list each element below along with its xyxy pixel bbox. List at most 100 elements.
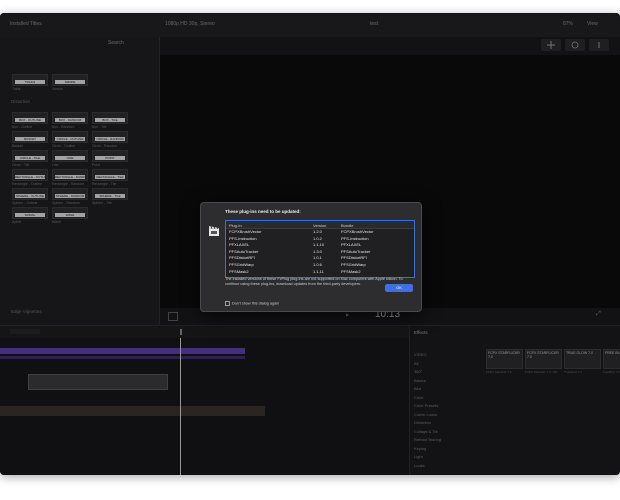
table-row[interactable]: PFSAutoTracker 1.3.0 PFSAutoTracker (226, 249, 414, 255)
title-tile[interactable]: SPHERE - TILE Sphere - Tile (89, 188, 129, 206)
table-header: Plug-In Version Bundle (226, 221, 414, 229)
title-tile[interactable]: TRAILS Trails (9, 74, 49, 92)
effects-category[interactable]: Collage & Tilt (414, 429, 438, 434)
plugin-bundle: PFSAutoTracker (341, 248, 371, 254)
tile-label: BOX - TILE (95, 118, 125, 122)
title-tile[interactable]: RECTANGLE - TILE Rectangle - Tile (89, 169, 129, 187)
effects-title: Effects (414, 330, 428, 335)
title-tile[interactable]: BASKET Basket (9, 131, 49, 149)
title-tile[interactable]: LINE Line (49, 150, 89, 168)
browser-title[interactable]: Installed Titles (10, 21, 42, 27)
title-thumbnail: SPHERE - OUTLINE (12, 188, 48, 200)
tile-caption: Smoke (52, 87, 63, 91)
plugin-version: 1.3.0 (313, 248, 322, 254)
plugin-version: 1.1.10 (313, 242, 325, 248)
tile-caption: Box - Random (52, 125, 75, 129)
view-menu[interactable]: View (587, 21, 598, 27)
title-tile[interactable]: CIRCLE - TILE Circle - Tile (9, 150, 49, 168)
tile-caption: Rectangle - Random (52, 182, 85, 186)
effects-category[interactable]: Blur (414, 386, 421, 391)
table-row[interactable]: PFXLAXEL 1.1.10 PFXLAXEL (226, 242, 414, 248)
title-tile[interactable]: CIRCLE - RANDOM Circle - Random (89, 131, 129, 149)
effect-tile[interactable]: FREE BLUR 7.0 (603, 349, 620, 369)
title-tile[interactable]: WAVE Wave (49, 207, 89, 225)
column-version[interactable]: Version (313, 223, 326, 228)
column-bundle[interactable]: Bundle (341, 223, 353, 228)
effects-category[interactable]: All (414, 361, 418, 366)
effect-tile[interactable]: TRUE GLOW 7.0 (564, 349, 601, 369)
crop-icon[interactable] (168, 312, 178, 321)
effects-category[interactable]: Color Presets (414, 403, 438, 408)
project-name: test (370, 21, 379, 27)
title-tile[interactable]: BOX - TILE Box - Tile (89, 112, 129, 130)
plugin-version: 1.0.6 (313, 262, 322, 267)
ok-button[interactable]: OK (385, 284, 413, 292)
table-row[interactable]: PFS-Instruction 1.0.2 PFS-Instruction (226, 236, 414, 242)
table-row[interactable]: PFSMask2 1.1.11 PFSMask2 (226, 269, 414, 275)
effect-tile[interactable]: FCPX STARFLICKR 7.0 (525, 349, 562, 369)
tile-caption: Sphere - Random (52, 201, 80, 205)
plugin-table[interactable]: Plug-In Version Bundle FCPXBrushVector 1.… (225, 220, 415, 278)
tile-label: CIRCLE - RANDOM (95, 137, 125, 141)
playhead-marker[interactable] (180, 329, 182, 335)
title-clip-lane[interactable] (0, 356, 245, 359)
dont-show-checkbox[interactable]: Don't show this dialog again (225, 301, 279, 306)
title-tile[interactable]: RECTANGLE - RANDOM Rectangle - Random (49, 169, 89, 187)
effects-category[interactable]: Basics (414, 378, 426, 383)
tile-caption: Sphere - Outline (12, 201, 38, 205)
plugin-bundle: FCPXBrushVector (341, 229, 374, 234)
title-tile[interactable]: RECTANGLE - OUTLINE Rectangle - Outline (9, 169, 49, 187)
playhead[interactable] (180, 338, 181, 475)
title-thumbnail: RECTANGLE - RANDOM (52, 169, 88, 181)
table-row[interactable]: FCPXBrushVector 1.2.0 FCPXBrushVector (226, 229, 414, 235)
zoom-level[interactable]: 87% (563, 21, 573, 27)
tile-label: SMOKE (55, 80, 85, 84)
checkbox-label: Don't show this dialog again (232, 301, 280, 306)
title-tile[interactable]: BOX - OUTLINE Box - Outline (9, 112, 49, 130)
plugin-name: PFXLAXEL (229, 242, 250, 248)
title-tile[interactable]: POINT Point (89, 150, 129, 168)
fullscreen-icon[interactable]: ⤢ (596, 311, 601, 318)
plugin-name: PFSAutoTracker (229, 248, 259, 254)
effects-category[interactable]: Color (414, 395, 424, 400)
tile-label: RECTANGLE - RANDOM (55, 175, 85, 179)
search-input[interactable]: Search (108, 40, 124, 46)
effects-category[interactable]: Keying (414, 446, 426, 451)
effects-category[interactable]: Looks (414, 463, 425, 468)
timeline-toolbar (0, 326, 409, 338)
title-tile[interactable]: BOX - RANDOM Box - Random (49, 112, 89, 130)
title-tile[interactable]: SPHERE - OUTLINE Sphere - Outline (9, 188, 49, 206)
play-icon[interactable]: ▶ (346, 312, 349, 317)
title-clip[interactable] (0, 348, 245, 354)
viewer-controls[interactable] (541, 39, 611, 53)
title-tile[interactable]: CIRCLE - OUTLINE Circle - Outline (49, 131, 89, 149)
plugin-bundle: PFS-Instruction (341, 235, 369, 241)
viewer-toolbar (160, 37, 620, 55)
effect-tile[interactable]: FCPX STARFLICKR 7.0 (486, 349, 523, 369)
effects-category[interactable]: VIDEO (414, 352, 426, 357)
effects-category[interactable]: Light (414, 454, 423, 459)
plugin-name: PFSDistortRFI (229, 255, 255, 261)
title-tile[interactable]: SMOKE Smoke (49, 74, 89, 92)
title-thumbnail: CIRCLE - TILE (12, 150, 48, 162)
title-tile[interactable]: SPHERE - RANDOM Sphere - Random (49, 188, 89, 206)
tile-caption: Sphere - Tile (92, 201, 112, 205)
tile-caption: Spiral (12, 220, 21, 224)
column-plugin[interactable]: Plug-In (229, 223, 242, 228)
effects-category[interactable]: Distortion (414, 420, 431, 425)
title-thumbnail: SPHERE - TILE (92, 188, 128, 200)
audio-clip[interactable] (0, 406, 265, 416)
plugin-update-dialog: These plug-ins need to be updated: Plug-… (200, 202, 422, 312)
effects-category[interactable]: Refract Tearing (414, 437, 441, 442)
effect-caption: FreeBlur 7.0 (603, 370, 620, 374)
effects-category[interactable]: 360° (414, 369, 422, 374)
video-clip[interactable] (28, 374, 168, 390)
section-distortion: Distortion (11, 99, 31, 104)
table-row[interactable]: PFSDistortRFI 1.0.1 PFSDistortRFI (226, 255, 414, 261)
title-tile[interactable]: SPIRAL Spiral (9, 207, 49, 225)
title-thumbnail: SPIRAL (12, 207, 48, 219)
checkbox-box[interactable] (225, 301, 230, 306)
table-row[interactable]: PFSGridWarp 1.0.6 PFSGridWarp (226, 262, 414, 268)
timeline-index[interactable] (10, 329, 40, 334)
effects-category[interactable]: Comic Looks (414, 412, 437, 417)
